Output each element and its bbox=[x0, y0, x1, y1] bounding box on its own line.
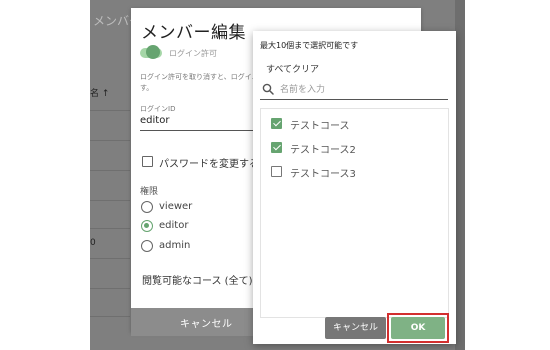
dialog-title: メンバー編集 bbox=[141, 23, 246, 43]
background-row-divider bbox=[90, 170, 130, 171]
course-label: テストコース2 bbox=[290, 145, 356, 156]
course-checkbox[interactable] bbox=[271, 142, 282, 153]
popup-title: 最大10個まで選択可能です bbox=[260, 41, 359, 50]
role-radio-editor[interactable] bbox=[141, 220, 153, 232]
background-cell: 0 bbox=[90, 238, 96, 248]
role-radio-viewer[interactable] bbox=[141, 201, 153, 213]
background-row-divider bbox=[90, 110, 130, 111]
role-label-admin[interactable]: admin bbox=[159, 240, 190, 251]
course-checkbox[interactable] bbox=[271, 166, 282, 177]
toggle-label: ログイン許可 bbox=[169, 49, 217, 58]
background-column-header: 名 ↑ bbox=[90, 89, 110, 99]
course-item[interactable]: テストコース bbox=[271, 117, 441, 132]
background-row-divider bbox=[90, 200, 130, 201]
change-password-label[interactable]: パスワードを変更する bbox=[159, 155, 259, 170]
role-radio-admin[interactable] bbox=[141, 240, 153, 252]
toggle-knob[interactable] bbox=[146, 45, 160, 59]
course-label: テストコース bbox=[290, 121, 350, 132]
role-label-viewer[interactable]: viewer bbox=[159, 201, 192, 212]
course-checkbox[interactable] bbox=[271, 118, 282, 129]
search-icon bbox=[262, 83, 274, 95]
course-item[interactable]: テストコース3 bbox=[271, 165, 441, 180]
login-id-field[interactable]: editor bbox=[140, 115, 265, 131]
ok-button[interactable]: OK bbox=[391, 317, 445, 339]
background-row-divider bbox=[90, 316, 130, 317]
course-item[interactable]: テストコース2 bbox=[271, 141, 441, 156]
popup-cancel-button[interactable]: キャンセル bbox=[325, 317, 386, 339]
background-panel-edge bbox=[455, 0, 465, 350]
change-password-checkbox[interactable] bbox=[142, 156, 153, 167]
role-label: 権限 bbox=[140, 187, 159, 197]
role-label-editor[interactable]: editor bbox=[159, 220, 188, 231]
search-input[interactable] bbox=[280, 82, 440, 97]
login-help-text: ログイン許可を取り消すと、ログイ…す。 bbox=[140, 73, 259, 92]
background-row-divider bbox=[90, 140, 130, 141]
background-row-divider bbox=[90, 288, 130, 289]
member-cancel-button[interactable]: キャンセル bbox=[180, 315, 233, 330]
background-row-divider bbox=[90, 258, 130, 259]
course-label: テストコース3 bbox=[290, 169, 356, 180]
course-select-popup: 最大10個まで選択可能です すべてクリア テストコース テストコース2 テストコ… bbox=[253, 31, 456, 344]
clear-all-button[interactable]: すべてクリア bbox=[266, 62, 319, 75]
viewable-courses-label[interactable]: 閲覧可能なコース (全て) bbox=[142, 272, 252, 287]
course-list: テストコース テストコース2 テストコース3 bbox=[260, 108, 449, 318]
search-box bbox=[260, 81, 448, 100]
login-id-label: ログインID bbox=[140, 105, 176, 113]
background-row-divider bbox=[90, 228, 130, 229]
